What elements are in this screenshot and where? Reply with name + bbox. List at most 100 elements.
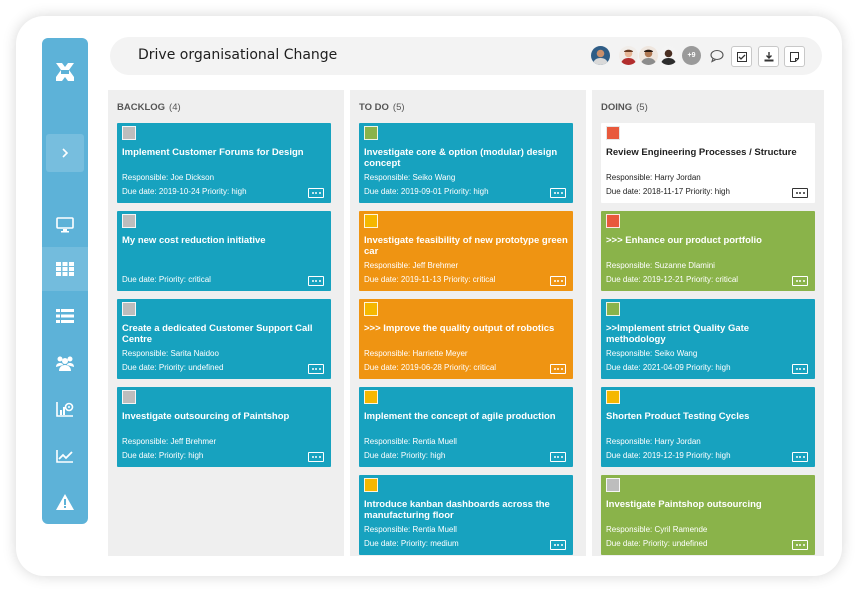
card-more-button[interactable]: [792, 188, 808, 198]
card-responsible: Responsible: Cyril Ramende: [606, 525, 708, 534]
task-card[interactable]: >>> Enhance our product portfolio Respon…: [601, 211, 815, 291]
card-more-button[interactable]: [792, 276, 808, 286]
card-due-date: Due date: Priority: high: [122, 451, 204, 460]
line-chart-icon: [56, 450, 73, 463]
avatar[interactable]: [619, 46, 638, 65]
card-due-date: Due date: Priority: medium: [364, 539, 459, 548]
status-color-swatch[interactable]: [364, 214, 378, 228]
app-logo-icon[interactable]: [55, 62, 75, 82]
status-color-swatch[interactable]: [606, 126, 620, 140]
column-header: BACKLOG (4): [117, 102, 181, 113]
task-card[interactable]: Implement the concept of agile productio…: [359, 387, 573, 467]
status-color-swatch[interactable]: [364, 478, 378, 492]
column-doing: DOING (5) Review Engineering Processes / …: [592, 90, 824, 556]
sidebar-item-users[interactable]: [42, 341, 88, 385]
person-avatar-icon: [593, 49, 608, 65]
status-color-swatch[interactable]: [122, 214, 136, 228]
card-title: >>> Enhance our product portfolio: [606, 235, 762, 246]
card-title: Review Engineering Processes / Structure: [606, 147, 797, 158]
card-more-button[interactable]: [792, 540, 808, 550]
checkbox-icon: [736, 51, 747, 62]
sidebar-item-warning[interactable]: [42, 480, 88, 524]
status-color-swatch[interactable]: [122, 126, 136, 140]
status-color-swatch[interactable]: [606, 302, 620, 316]
avatar[interactable]: [659, 46, 678, 65]
card-due-date: Due date: 2021-04-09 Priority: high: [606, 363, 731, 372]
dots-icon: [795, 368, 798, 370]
status-color-swatch[interactable]: [364, 126, 378, 140]
card-more-button[interactable]: [550, 540, 566, 550]
kanban-board: BACKLOG (4) Implement Customer Forums for…: [108, 90, 824, 556]
task-card[interactable]: Investigate outsourcing of Paintshop Res…: [117, 387, 331, 467]
note-icon: [790, 51, 799, 62]
person-avatar-icon: [641, 49, 656, 65]
card-more-button[interactable]: [792, 364, 808, 374]
list-icon: [56, 309, 74, 323]
card-more-button[interactable]: [550, 276, 566, 286]
card-more-button[interactable]: [550, 188, 566, 198]
task-card[interactable]: Implement Customer Forums for Design Res…: [117, 123, 331, 203]
sidebar-item-settings-chart[interactable]: [42, 387, 88, 431]
card-more-button[interactable]: [550, 364, 566, 374]
board-header: Drive organisational Change +9: [110, 37, 822, 75]
card-due-date: Due date: Priority: critical: [122, 275, 211, 284]
comment-icon[interactable]: [710, 49, 724, 63]
task-card[interactable]: My new cost reduction initiative Due dat…: [117, 211, 331, 291]
card-responsible: Responsible: Seiko Wang: [606, 349, 698, 358]
status-color-swatch[interactable]: [606, 390, 620, 404]
card-responsible: Responsible: Jeff Brehmer: [122, 437, 217, 446]
dots-icon: [311, 368, 314, 370]
monitor-icon: [56, 217, 74, 233]
person-avatar-icon: [661, 49, 676, 65]
card-title: >>> Improve the quality output of roboti…: [364, 323, 555, 334]
note-button[interactable]: [784, 46, 805, 67]
avatar[interactable]: [639, 46, 658, 65]
status-color-swatch[interactable]: [122, 390, 136, 404]
task-card[interactable]: Create a dedicated Customer Support Call…: [117, 299, 331, 379]
card-due-date: Due date: 2019-09-01 Priority: high: [364, 187, 489, 196]
task-card[interactable]: >>> Improve the quality output of roboti…: [359, 299, 573, 379]
task-card[interactable]: Review Engineering Processes / Structure…: [601, 123, 815, 203]
sidebar-item-list[interactable]: [42, 294, 88, 338]
card-more-button[interactable]: [550, 452, 566, 462]
dots-icon: [795, 280, 798, 282]
checklist-button[interactable]: [731, 46, 752, 67]
status-color-swatch[interactable]: [364, 390, 378, 404]
card-responsible: Responsible: Sarita Naidoo: [122, 349, 219, 358]
sidebar-item-grid[interactable]: [42, 247, 88, 291]
sidebar-item-line-chart[interactable]: [42, 434, 88, 478]
dots-icon: [795, 456, 798, 458]
card-title: Create a dedicated Customer Support Call…: [122, 323, 313, 345]
status-color-swatch[interactable]: [122, 302, 136, 316]
task-card[interactable]: Investigate Paintshop outsourcing Respon…: [601, 475, 815, 555]
card-title: Investigate outsourcing of Paintshop: [122, 411, 290, 422]
card-responsible: Responsible: Joe Dickson: [122, 173, 215, 182]
card-more-button[interactable]: [308, 364, 324, 374]
status-color-swatch[interactable]: [606, 214, 620, 228]
card-title: My new cost reduction initiative: [122, 235, 266, 246]
download-button[interactable]: [758, 46, 779, 67]
card-more-button[interactable]: [308, 188, 324, 198]
card-title: Investigate feasibility of new prototype…: [364, 235, 568, 257]
card-responsible: Responsible: Rentia Muell: [364, 437, 457, 446]
task-card[interactable]: Investigate feasibility of new prototype…: [359, 211, 573, 291]
task-card[interactable]: >>Implement strict Quality Gate methodol…: [601, 299, 815, 379]
warning-icon: [56, 494, 74, 510]
card-due-date: Due date: 2019-10-24 Priority: high: [122, 187, 247, 196]
task-card[interactable]: Investigate core & option (modular) desi…: [359, 123, 573, 203]
sidebar-expand-button[interactable]: [46, 134, 84, 172]
card-title: Introduce kanban dashboards across the m…: [364, 499, 550, 521]
card-more-button[interactable]: [792, 452, 808, 462]
card-more-button[interactable]: [308, 276, 324, 286]
card-more-button[interactable]: [308, 452, 324, 462]
dots-icon: [553, 280, 556, 282]
download-icon: [764, 51, 773, 61]
task-card[interactable]: Shorten Product Testing Cycles Responsib…: [601, 387, 815, 467]
sidebar-item-monitor[interactable]: [42, 203, 88, 247]
more-members-badge[interactable]: +9: [682, 46, 701, 65]
page-title: Drive organisational Change: [138, 47, 338, 63]
status-color-swatch[interactable]: [606, 478, 620, 492]
status-color-swatch[interactable]: [364, 302, 378, 316]
task-card[interactable]: Introduce kanban dashboards across the m…: [359, 475, 573, 555]
avatar[interactable]: [591, 46, 610, 65]
